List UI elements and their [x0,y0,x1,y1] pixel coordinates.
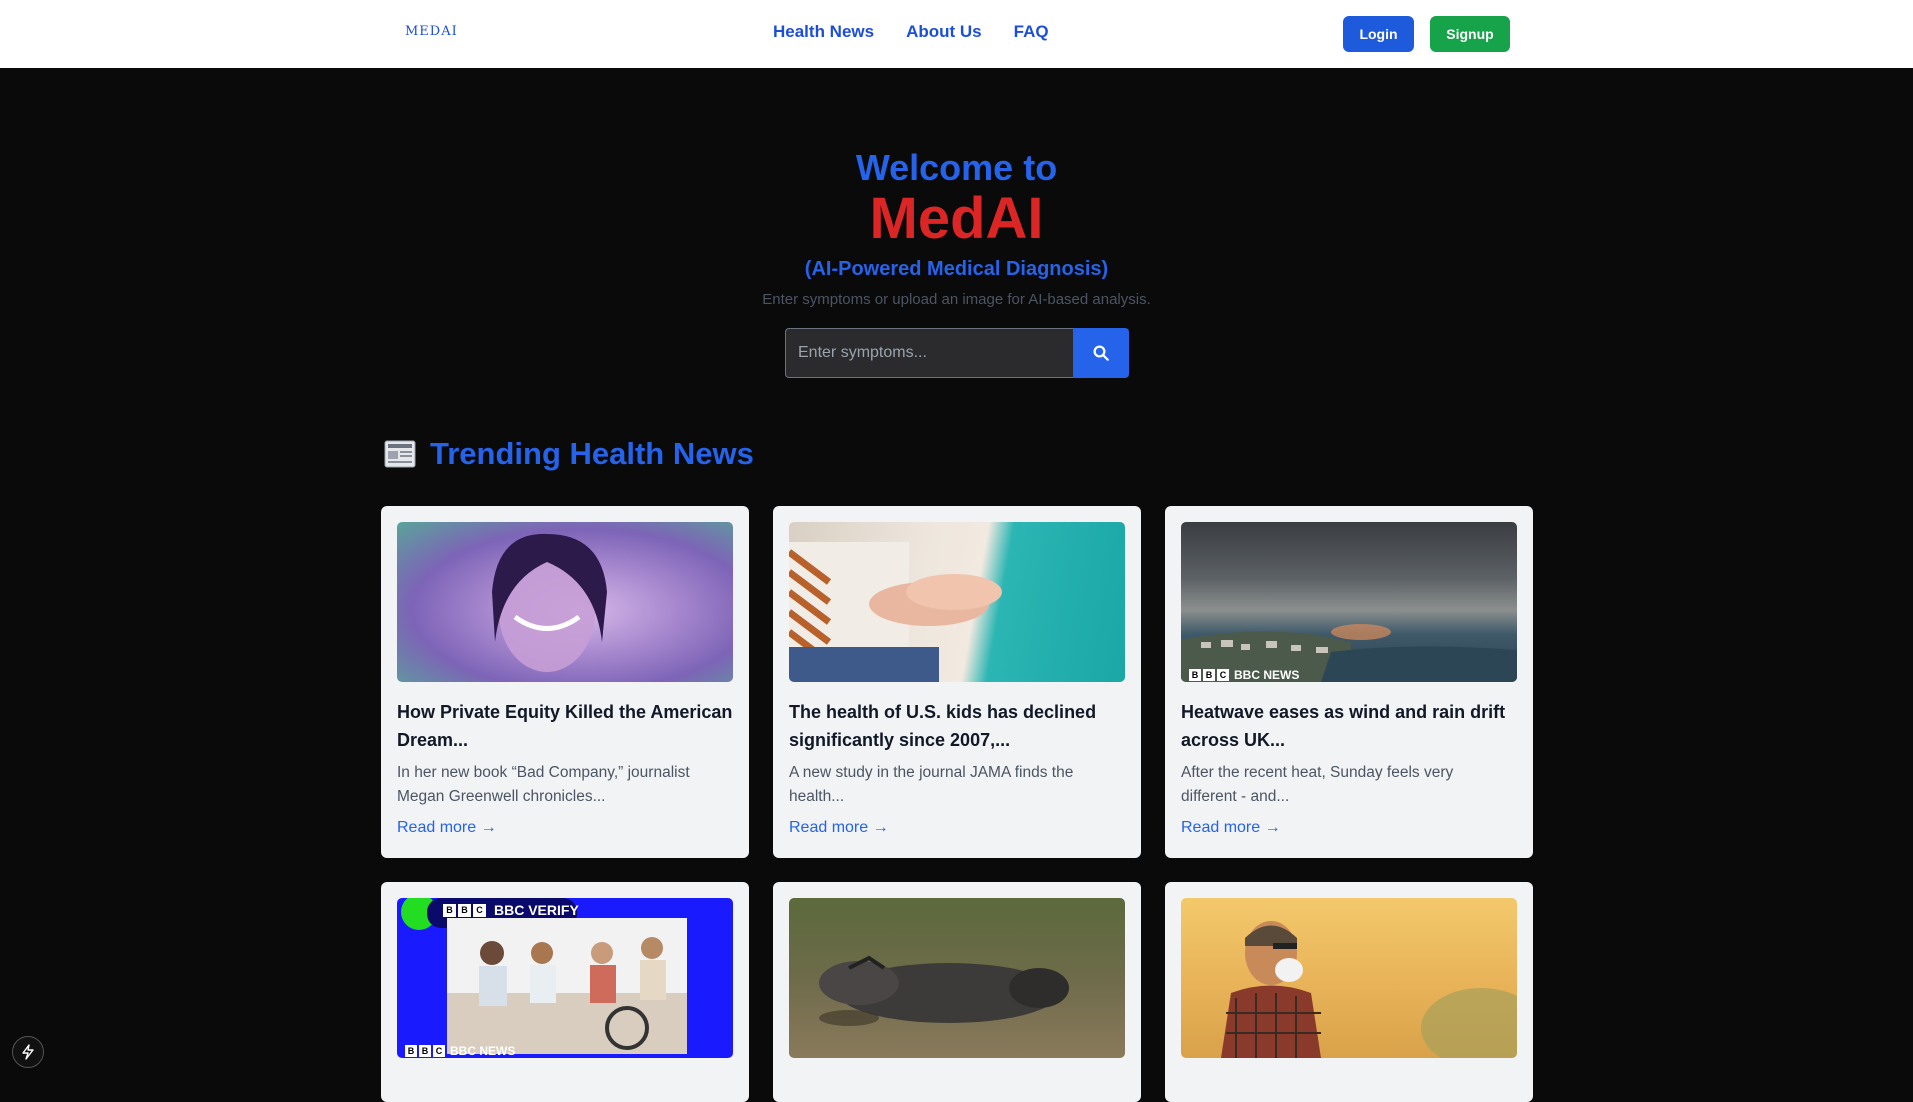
news-card[interactable]: B B C BBC VERIFY BBC BBC NEWS [381,882,749,1102]
hero-subtitle: Enter symptoms or upload an image for AI… [762,291,1151,308]
read-more-link[interactable]: Read more → [789,819,889,837]
news-image [1181,898,1517,1058]
nav-faq[interactable]: FAQ [1014,22,1049,42]
news-card[interactable] [773,882,1141,1102]
trending-news-heading: Trending Health News [384,436,754,472]
news-title[interactable]: The health of U.S. kids has declined sig… [789,698,1129,754]
news-image [397,522,733,682]
bbc-verify-badge: B B C BBC VERIFY [443,902,579,918]
nav-about-us[interactable]: About Us [906,22,982,42]
bbc-news-badge: BBC BBC NEWS [1189,668,1299,682]
news-summary: In her new book “Bad Company,” journalis… [397,764,690,805]
symptom-input[interactable] [785,328,1073,378]
news-card[interactable] [1165,882,1533,1102]
login-button[interactable]: Login [1343,16,1414,52]
lightning-icon [22,1044,34,1060]
news-image: BBC BBC NEWS [1181,522,1517,682]
nav-health-news[interactable]: Health News [773,22,874,42]
search-icon [1093,345,1109,361]
tagline: (AI-Powered Medical Diagnosis) [804,258,1109,280]
news-image [789,898,1125,1058]
news-summary: A new study in the journal JAMA finds th… [789,764,1074,805]
news-card[interactable]: How Private Equity Killed the American D… [381,506,749,858]
bbc-news-badge: BBC BBC NEWS [405,1044,515,1058]
dev-tools-toggle[interactable] [12,1036,44,1068]
hero-section: Welcome to MedAI (AI-Powered Medical Dia… [0,68,1913,310]
read-more-link[interactable]: Read more → [397,819,497,837]
news-card[interactable]: The health of U.S. kids has declined sig… [773,506,1141,858]
signup-button[interactable]: Signup [1430,16,1510,52]
news-image [789,522,1125,682]
site-logo[interactable]: MEDAI [405,24,458,39]
news-title[interactable]: How Private Equity Killed the American D… [397,698,737,754]
news-summary: After the recent heat, Sunday feels very… [1181,764,1454,805]
top-navbar: MEDAI Health News About Us FAQ Login Sig… [0,0,1913,68]
main-nav: Health News About Us FAQ [773,22,1049,42]
symptom-search [785,328,1129,378]
news-card[interactable]: BBC BBC NEWS Heatwave eases as wind and … [1165,506,1533,858]
read-more-link[interactable]: Read more → [1181,819,1281,837]
brand-title: MedAI [869,186,1044,251]
news-image: B B C BBC VERIFY BBC BBC NEWS [397,898,733,1058]
section-title-text: Trending Health News [430,436,754,471]
welcome-heading: Welcome to [855,147,1058,188]
search-button[interactable] [1073,328,1129,378]
news-title[interactable]: Heatwave eases as wind and rain drift ac… [1181,698,1521,754]
newspaper-icon [384,440,416,468]
